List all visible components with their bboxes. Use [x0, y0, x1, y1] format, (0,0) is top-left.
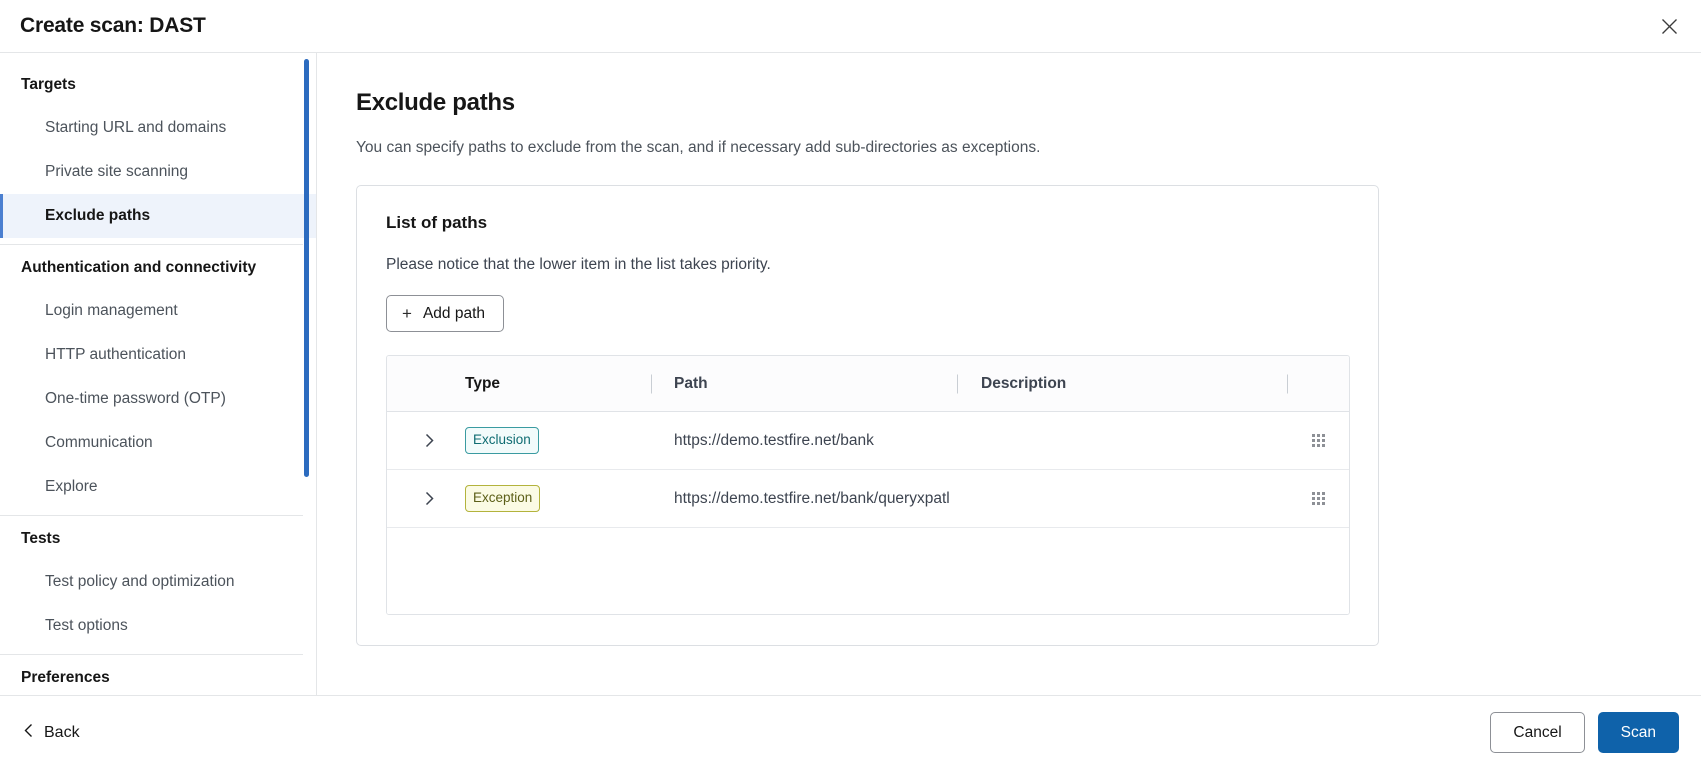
page-title: Exclude paths: [356, 89, 1661, 117]
chevron-right-icon[interactable]: [418, 430, 440, 452]
row-type-cell: Exclusion: [465, 427, 651, 454]
add-path-button[interactable]: + Add path: [386, 295, 504, 332]
nav-group-targets: Targets Starting URL and domains Private…: [0, 64, 316, 238]
dialog-titlebar: Create scan: DAST: [0, 0, 1701, 53]
sidebar-item-starting-url-and-domains[interactable]: Starting URL and domains: [0, 106, 316, 150]
sidebar-item-http-authentication[interactable]: HTTP authentication: [0, 333, 316, 377]
sidebar-item-login-management[interactable]: Login management: [0, 289, 316, 333]
header-cell-type: Type: [465, 375, 651, 393]
sidebar-divider: [0, 244, 303, 245]
row-expand-cell: [387, 488, 465, 510]
settings-content: Exclude paths You can specify paths to e…: [317, 53, 1701, 695]
chevron-right-icon[interactable]: [418, 488, 440, 510]
table-header-row: Type Path Description: [387, 356, 1349, 412]
cancel-button[interactable]: Cancel: [1490, 712, 1584, 753]
nav-group-title: Tests: [0, 518, 316, 560]
nav-group-preferences: Preferences: [0, 657, 316, 695]
plus-icon: +: [402, 305, 412, 322]
sidebar-divider: [0, 515, 303, 516]
header-cell-path: Path: [651, 375, 957, 393]
sidebar-item-test-policy-and-optimization[interactable]: Test policy and optimization: [0, 560, 316, 604]
dialog-title: Create scan: DAST: [20, 14, 206, 38]
drag-handle-icon[interactable]: [1312, 492, 1325, 505]
chevron-left-icon: [24, 723, 33, 743]
nav-group-authentication-and-connectivity: Authentication and connectivity Login ma…: [0, 247, 316, 509]
dialog-footer: Back Cancel Scan: [0, 695, 1701, 769]
sidebar-item-private-site-scanning[interactable]: Private site scanning: [0, 150, 316, 194]
create-scan-dialog: Create scan: DAST Targets Starting URL a…: [0, 0, 1701, 769]
sidebar-item-explore[interactable]: Explore: [0, 465, 316, 509]
nav-group-title: Preferences: [0, 657, 316, 695]
status-badge: Exclusion: [465, 427, 539, 454]
card-title: List of paths: [386, 212, 1350, 234]
add-path-label: Add path: [423, 305, 485, 323]
nav-group-title: Authentication and connectivity: [0, 247, 316, 289]
sidebar-scroll-area: Targets Starting URL and domains Private…: [0, 53, 316, 695]
row-path-cell: https://demo.testfire.net/bank: [651, 432, 957, 450]
status-badge: Exception: [465, 485, 540, 512]
back-button[interactable]: Back: [24, 723, 80, 743]
sidebar-item-one-time-password[interactable]: One-time password (OTP): [0, 377, 316, 421]
card-note: Please notice that the lower item in the…: [386, 254, 1350, 275]
dialog-body: Targets Starting URL and domains Private…: [0, 53, 1701, 695]
table-row[interactable]: Exclusion https://demo.testfire.net/bank: [387, 412, 1349, 470]
close-icon[interactable]: [1653, 10, 1685, 42]
row-path-cell: https://demo.testfire.net/bank/queryxpat…: [651, 490, 957, 508]
sidebar-item-test-options[interactable]: Test options: [0, 604, 316, 648]
sidebar-divider: [0, 654, 303, 655]
drag-handle-icon[interactable]: [1312, 434, 1325, 447]
row-handle-cell: [1287, 492, 1349, 505]
table-empty-area: [387, 528, 1349, 614]
settings-sidebar: Targets Starting URL and domains Private…: [0, 53, 317, 695]
list-of-paths-card: List of paths Please notice that the low…: [356, 185, 1379, 646]
back-label: Back: [44, 724, 80, 742]
scan-button[interactable]: Scan: [1598, 712, 1679, 753]
sidebar-scrollbar-thumb[interactable]: [304, 59, 309, 477]
row-type-cell: Exception: [465, 485, 651, 512]
row-handle-cell: [1287, 434, 1349, 447]
nav-group-tests: Tests Test policy and optimization Test …: [0, 518, 316, 648]
nav-group-title: Targets: [0, 64, 316, 106]
table-row[interactable]: Exception https://demo.testfire.net/bank…: [387, 470, 1349, 528]
sidebar-item-communication[interactable]: Communication: [0, 421, 316, 465]
paths-table: Type Path Description: [386, 355, 1350, 615]
sidebar-item-exclude-paths[interactable]: Exclude paths: [0, 194, 316, 238]
page-description: You can specify paths to exclude from th…: [356, 137, 1661, 158]
row-expand-cell: [387, 430, 465, 452]
header-cell-description: Description: [957, 375, 1287, 393]
